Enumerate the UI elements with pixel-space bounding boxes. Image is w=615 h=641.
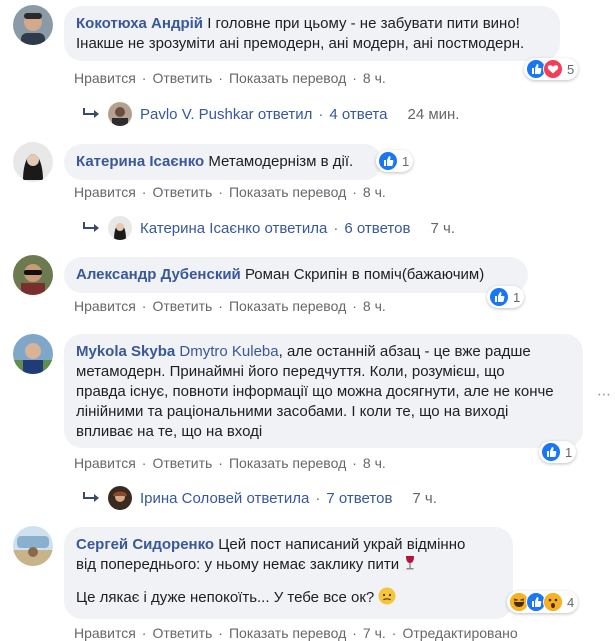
comment-bubble: Кокотюха Андрій І головне при цьому - не… [64, 6, 560, 61]
like-icon [489, 287, 509, 307]
reply-button[interactable]: Ответить [152, 70, 212, 86]
reaction-count-value: 4 [567, 594, 575, 610]
comment-text: Інакше не зрозуміти ані премодерн, ані м… [76, 35, 525, 52]
reply-author[interactable]: Катерина Ісаєнко ответила [140, 220, 327, 237]
translate-button[interactable]: Показать перевод [229, 184, 346, 200]
comment-text: від попереднього: у ньому немає заклику … [76, 556, 400, 573]
avatar [108, 102, 132, 126]
reaction-count[interactable]: 1 [487, 286, 525, 308]
avatar[interactable] [13, 5, 53, 45]
comment-bubble: Катерина Ісаєнко Метамодернізм в дії. [64, 144, 382, 180]
replies-link[interactable]: Pavlo V. Pushkar ответил · 4 ответа 24 мин… [82, 102, 469, 126]
like-button[interactable]: Нравится [74, 625, 136, 641]
wow-icon [543, 592, 563, 612]
comment-actions: Нравится · Ответить · Показать перевод · 8 ч. [74, 70, 386, 86]
like-button[interactable]: Нравится [74, 298, 136, 314]
timestamp[interactable]: 7 ч. [412, 490, 437, 507]
reply-arrow-icon [83, 222, 99, 232]
more-options-icon[interactable]: ⋯ [597, 386, 611, 403]
comment-text: Метамодернізм в дії. [208, 153, 354, 170]
timestamp[interactable]: 8 ч. [363, 455, 386, 471]
reaction-count-value: 5 [567, 61, 575, 77]
edited-label[interactable]: Отредактировано [402, 625, 517, 641]
comment-actions: Нравится · Ответить · Показать перевод · 8 ч. [74, 184, 386, 200]
comment-text: правда існує, повноти інформації що можн… [76, 383, 554, 400]
reply-button[interactable]: Ответить [152, 298, 212, 314]
reply-button[interactable]: Ответить [152, 184, 212, 200]
replies-link[interactable]: Катерина Ісаєнко ответила · 6 ответов 7 ч. [82, 216, 455, 240]
comment-text: І головне при цьому - не забувати пити в… [207, 15, 520, 32]
reaction-count[interactable]: 1 [376, 150, 414, 172]
reaction-count[interactable]: 4 [507, 591, 579, 613]
reaction-count-value: 1 [402, 153, 410, 169]
avatar [108, 216, 132, 240]
comment-bubble: Александр Дубенский Роман Скрипін в помі… [64, 257, 528, 293]
comment-text: Цей пост написаний украй відмінно [218, 536, 466, 553]
like-icon [541, 442, 561, 462]
like-button[interactable]: Нравится [74, 184, 136, 200]
comment-text: лінійними та раціональними засобами. І к… [76, 403, 509, 420]
comment-text: впливає на те, що на вході [76, 423, 263, 440]
reply-count[interactable]: 6 ответов [344, 220, 410, 237]
comment-author[interactable]: Mykola Skyba [76, 343, 175, 360]
love-icon [543, 59, 563, 79]
timestamp[interactable]: 7 ч. [430, 220, 455, 237]
reply-button[interactable]: Ответить [152, 625, 212, 641]
like-icon [378, 151, 398, 171]
comment-text: , але останній абзац - це вже радше [278, 343, 531, 360]
timestamp[interactable]: 7 ч. [363, 625, 386, 641]
reaction-count[interactable]: 1 [539, 441, 577, 463]
reply-arrow-icon [83, 108, 99, 118]
translate-button[interactable]: Показать перевод [229, 70, 346, 86]
comment-author[interactable]: Александр Дубенский [76, 266, 241, 283]
reply-button[interactable]: Ответить [152, 455, 212, 471]
comment-author[interactable]: Кокотюха Андрій [76, 15, 203, 32]
comment-text: Це лякає і дуже непокоїть... У тебе все … [76, 589, 375, 606]
avatar[interactable] [13, 255, 53, 295]
worried-face-icon [378, 587, 396, 606]
timestamp[interactable]: 8 ч. [363, 298, 386, 314]
like-button[interactable]: Нравится [74, 70, 136, 86]
translate-button[interactable]: Показать перевод [229, 455, 346, 471]
timestamp[interactable]: 8 ч. [363, 70, 386, 86]
comment-actions: Нравится · Ответить · Показать перевод · 8 ч. [74, 455, 386, 471]
comment-actions: Нравится · Ответить · Показать перевод · 8 ч. [74, 298, 386, 314]
comment-actions: Нравится · Ответить · Показать перевод · 7 ч. ·… [74, 625, 518, 641]
avatar[interactable] [13, 526, 53, 566]
reply-author[interactable]: Ірина Соловей ответила [140, 490, 309, 507]
wine-glass-icon [403, 556, 417, 573]
avatar [108, 486, 132, 510]
reaction-count-value: 1 [513, 289, 521, 305]
reply-count[interactable]: 4 ответа [329, 106, 387, 123]
reaction-count[interactable]: 5 [524, 58, 579, 80]
reaction-count-value: 1 [565, 444, 573, 460]
reply-author[interactable]: Pavlo V. Pushkar ответил [140, 106, 312, 123]
translate-button[interactable]: Показать перевод [229, 625, 346, 641]
avatar[interactable] [13, 142, 53, 182]
comment-bubble: Mykola Skyba Dmytro Kuleba, але останній… [64, 334, 583, 448]
timestamp[interactable]: 24 мин. [407, 106, 459, 123]
comment-author[interactable]: Сергей Сидоренко [76, 536, 214, 553]
avatar[interactable] [13, 334, 53, 374]
comment-bubble: Сергей Сидоренко Цей пост написаний укра… [64, 527, 513, 619]
reply-count[interactable]: 7 ответов [326, 490, 392, 507]
comment-text: Роман Скрипін в поміч(бажаючим) [244, 266, 485, 283]
replies-link[interactable]: Ірина Соловей ответила · 7 ответов 7 ч. [82, 486, 437, 510]
comment-text: метамодерн. Принаймні його передчуття. К… [76, 363, 505, 380]
timestamp[interactable]: 8 ч. [363, 184, 386, 200]
mention-link[interactable]: Dmytro Kuleba [179, 343, 278, 360]
like-button[interactable]: Нравится [74, 455, 136, 471]
comment-author[interactable]: Катерина Ісаєнко [76, 153, 204, 170]
reply-arrow-icon [83, 492, 99, 502]
translate-button[interactable]: Показать перевод [229, 298, 346, 314]
